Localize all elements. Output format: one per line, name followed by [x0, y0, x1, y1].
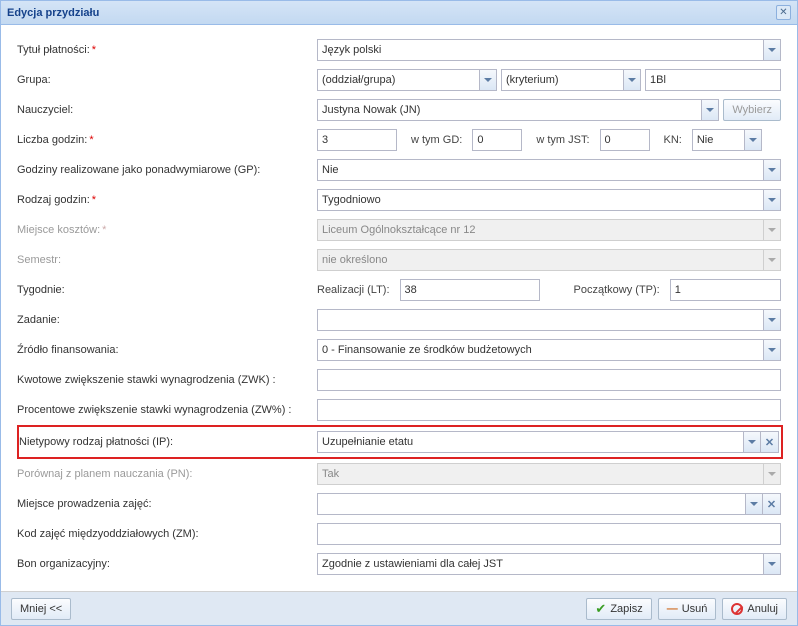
label-liczba-godzin: Liczba godzin:*: [17, 134, 317, 146]
ip-clear[interactable]: ✕: [761, 431, 779, 453]
chevron-down-icon: [768, 562, 776, 566]
kn-trigger[interactable]: [744, 129, 762, 151]
chevron-down-icon: [768, 48, 776, 52]
grupa-klasa-input[interactable]: [645, 69, 781, 91]
label-zwp: Procentowe zwiększenie stawki wynagrodze…: [17, 404, 317, 416]
chevron-down-icon: [768, 228, 776, 232]
titlebar: Edycja przydziału ✕: [1, 1, 797, 25]
rodzaj-godzin-input[interactable]: [317, 189, 763, 211]
label-ip: Nietypowy rodzaj płatności (IP):: [19, 436, 317, 448]
usun-button[interactable]: — Usuń: [658, 598, 717, 620]
miejsce-prow-trigger[interactable]: [745, 493, 763, 515]
w-tym-gd-input[interactable]: [472, 129, 522, 151]
bon-input[interactable]: [317, 553, 763, 575]
nauczyciel-input[interactable]: [317, 99, 701, 121]
tytul-platnosci-trigger[interactable]: [763, 39, 781, 61]
miejsce-prow-clear[interactable]: ✕: [763, 493, 781, 515]
label-rodzaj-godzin: Rodzaj godzin:*: [17, 194, 317, 206]
window-title: Edycja przydziału: [7, 7, 99, 19]
label-bon: Bon organizacyjny:: [17, 558, 317, 570]
zapisz-button[interactable]: ✔ Zapisz: [586, 598, 651, 620]
dialog-window: Edycja przydziału ✕ Tytuł płatności:* Gr…: [0, 0, 798, 626]
chevron-down-icon: [628, 78, 636, 82]
chevron-down-icon: [768, 472, 776, 476]
zrodlo-input[interactable]: [317, 339, 763, 361]
semestr-input: [317, 249, 763, 271]
grupa-oddzial-input[interactable]: [317, 69, 479, 91]
label-poczatkowy: Początkowy (TP):: [544, 284, 666, 296]
cancel-icon: [731, 603, 743, 615]
miejsce-prow-input[interactable]: [317, 493, 745, 515]
label-realizacji: Realizacji (LT):: [317, 284, 396, 296]
pn-input: [317, 463, 763, 485]
rodzaj-godzin-trigger[interactable]: [763, 189, 781, 211]
chevron-down-icon: [768, 258, 776, 262]
label-w-tym-jst: w tym JST:: [526, 134, 595, 146]
label-pn: Porównaj z planem nauczania (PN):: [17, 468, 317, 480]
miejsce-kosztow-trigger: [763, 219, 781, 241]
label-gp: Godziny realizowane jako ponadwymiarowe …: [17, 164, 317, 176]
gp-trigger[interactable]: [763, 159, 781, 181]
zadanie-input[interactable]: [317, 309, 763, 331]
chevron-down-icon: [748, 440, 756, 444]
zrodlo-trigger[interactable]: [763, 339, 781, 361]
zapisz-label: Zapisz: [610, 603, 642, 615]
usun-label: Usuń: [682, 603, 708, 615]
minus-icon: —: [667, 603, 678, 615]
label-zm: Kod zajęć międzyoddziałowych (ZM):: [17, 528, 317, 540]
label-miejsce-prow: Miejsce prowadzenia zajęć:: [17, 498, 317, 510]
label-zadanie: Zadanie:: [17, 314, 317, 326]
zm-input[interactable]: [317, 523, 781, 545]
chevron-down-icon: [484, 78, 492, 82]
semestr-trigger: [763, 249, 781, 271]
bon-trigger[interactable]: [763, 553, 781, 575]
ip-trigger[interactable]: [743, 431, 761, 453]
zwp-input[interactable]: [317, 399, 781, 421]
chevron-down-icon: [768, 348, 776, 352]
kn-input[interactable]: [692, 129, 744, 151]
clear-icon: ✕: [767, 498, 776, 511]
chevron-down-icon: [768, 318, 776, 322]
label-nauczyciel: Nauczyciel:: [17, 104, 317, 116]
nauczyciel-trigger[interactable]: [701, 99, 719, 121]
label-zwk: Kwotowe zwiększenie stawki wynagrodzenia…: [17, 374, 317, 386]
label-miejsce-kosztow: Miejsce kosztów:*: [17, 224, 317, 236]
chevron-down-icon: [768, 198, 776, 202]
label-zrodlo: Źródło finansowania:: [17, 344, 317, 356]
zadanie-trigger[interactable]: [763, 309, 781, 331]
mniej-button[interactable]: Mniej <<: [11, 598, 71, 620]
w-tym-jst-input[interactable]: [600, 129, 650, 151]
grupa-kryterium-input[interactable]: [501, 69, 623, 91]
label-kn: KN:: [654, 134, 688, 146]
check-icon: ✔: [595, 601, 606, 617]
miejsce-kosztow-input: [317, 219, 763, 241]
chevron-down-icon: [706, 108, 714, 112]
chevron-down-icon: [750, 502, 758, 506]
label-w-tym-gd: w tym GD:: [401, 134, 468, 146]
close-button[interactable]: ✕: [776, 5, 791, 20]
chevron-down-icon: [749, 138, 757, 142]
anuluj-label: Anuluj: [747, 603, 778, 615]
footer: Mniej << ✔ Zapisz — Usuń Anuluj: [1, 591, 797, 625]
liczba-godzin-input[interactable]: [317, 129, 397, 151]
label-grupa: Grupa:: [17, 74, 317, 86]
wybierz-button[interactable]: Wybierz: [723, 99, 781, 121]
grupa-oddzial-trigger[interactable]: [479, 69, 497, 91]
grupa-kryterium-trigger[interactable]: [623, 69, 641, 91]
zwk-input[interactable]: [317, 369, 781, 391]
gp-input[interactable]: [317, 159, 763, 181]
anuluj-button[interactable]: Anuluj: [722, 598, 787, 620]
clear-icon: ✕: [765, 436, 774, 449]
pn-trigger: [763, 463, 781, 485]
chevron-down-icon: [768, 168, 776, 172]
tytul-platnosci-input[interactable]: [317, 39, 763, 61]
realizacji-input[interactable]: [400, 279, 540, 301]
label-tytul-platnosci: Tytuł płatności:*: [17, 44, 317, 56]
form-body: Tytuł płatności:* Grupa:: [1, 25, 797, 591]
label-semestr: Semestr:: [17, 254, 317, 266]
poczatkowy-input[interactable]: [670, 279, 781, 301]
label-tygodnie: Tygodnie:: [17, 284, 317, 296]
ip-row-highlight: Nietypowy rodzaj płatności (IP): ✕: [17, 425, 783, 459]
ip-input[interactable]: [317, 431, 743, 453]
